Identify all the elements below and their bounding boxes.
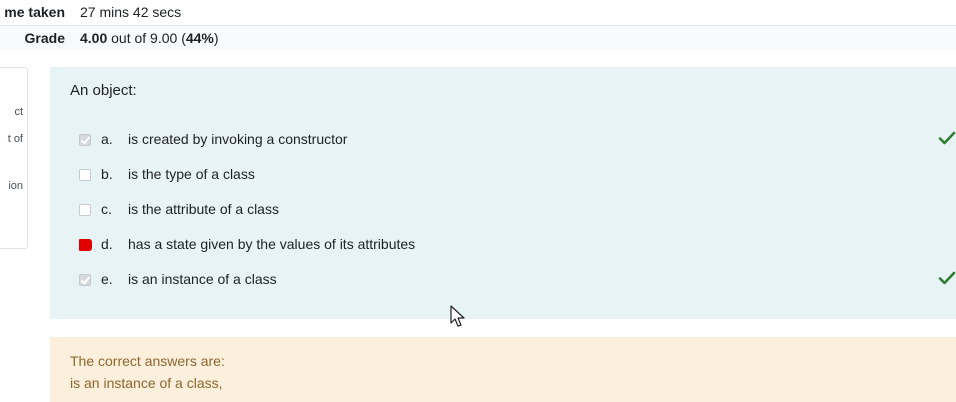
answer-text: is the type of a class <box>128 166 255 182</box>
grade-value: 4.00 out of 9.00 (44%) <box>80 30 219 46</box>
answer-checkbox-c <box>79 204 91 216</box>
mouse-pointer-icon <box>450 305 465 327</box>
grade-out-of: out of 9.00 ( <box>107 30 186 46</box>
time-taken-label: me taken <box>4 4 65 20</box>
grade-percent: 44% <box>185 30 214 46</box>
answer-text: is created by invoking a constructor <box>128 131 348 147</box>
answer-option-c: c. is the attribute of a class <box>79 201 956 221</box>
question-panel: An object: a. is created by invoking a c… <box>50 67 956 319</box>
info-line-3: ion <box>8 180 23 192</box>
summary-row-time-taken: me taken 27 mins 42 secs <box>0 0 956 25</box>
answer-letter: a. <box>101 131 113 147</box>
grade-close-paren: ) <box>213 30 219 46</box>
correct-check-icon <box>938 271 956 285</box>
answer-option-d: d. has a state given by the values of it… <box>79 236 956 256</box>
answer-text: has a state given by the values of its a… <box>128 236 416 252</box>
info-line-1: ct <box>14 106 23 118</box>
info-line-2: t of <box>7 133 23 145</box>
time-taken-value: 27 mins 42 secs <box>80 4 182 20</box>
grade-score: 4.00 <box>80 30 108 46</box>
correct-check-icon <box>938 131 956 145</box>
summary-row-grade: Grade 4.00 out of 9.00 (44%) <box>0 25 956 50</box>
question-info-box: ct t of ion <box>0 67 28 249</box>
answer-checkbox-e <box>79 274 91 286</box>
answer-option-b: b. is the type of a class <box>79 166 956 186</box>
answer-checkbox-d <box>79 239 92 251</box>
answer-text: is an instance of a class <box>128 271 277 287</box>
correct-answers-heading: The correct answers are: <box>70 353 225 369</box>
answer-letter: c. <box>101 201 112 217</box>
grade-label: Grade <box>24 30 65 46</box>
answer-letter: e. <box>101 271 113 287</box>
question-text: An object: <box>70 82 137 99</box>
answer-text: is the attribute of a class <box>128 201 279 217</box>
feedback-panel: The correct answers are: is an instance … <box>50 337 956 402</box>
answer-checkbox-b <box>79 169 91 181</box>
answer-letter: d. <box>101 236 113 252</box>
answer-checkbox-a <box>79 134 91 146</box>
answer-option-e: e. is an instance of a class <box>79 271 956 291</box>
answer-option-a: a. is created by invoking a constructor <box>79 131 956 151</box>
answer-letter: b. <box>101 166 113 182</box>
correct-answers-list: is an instance of a class, <box>70 375 223 391</box>
